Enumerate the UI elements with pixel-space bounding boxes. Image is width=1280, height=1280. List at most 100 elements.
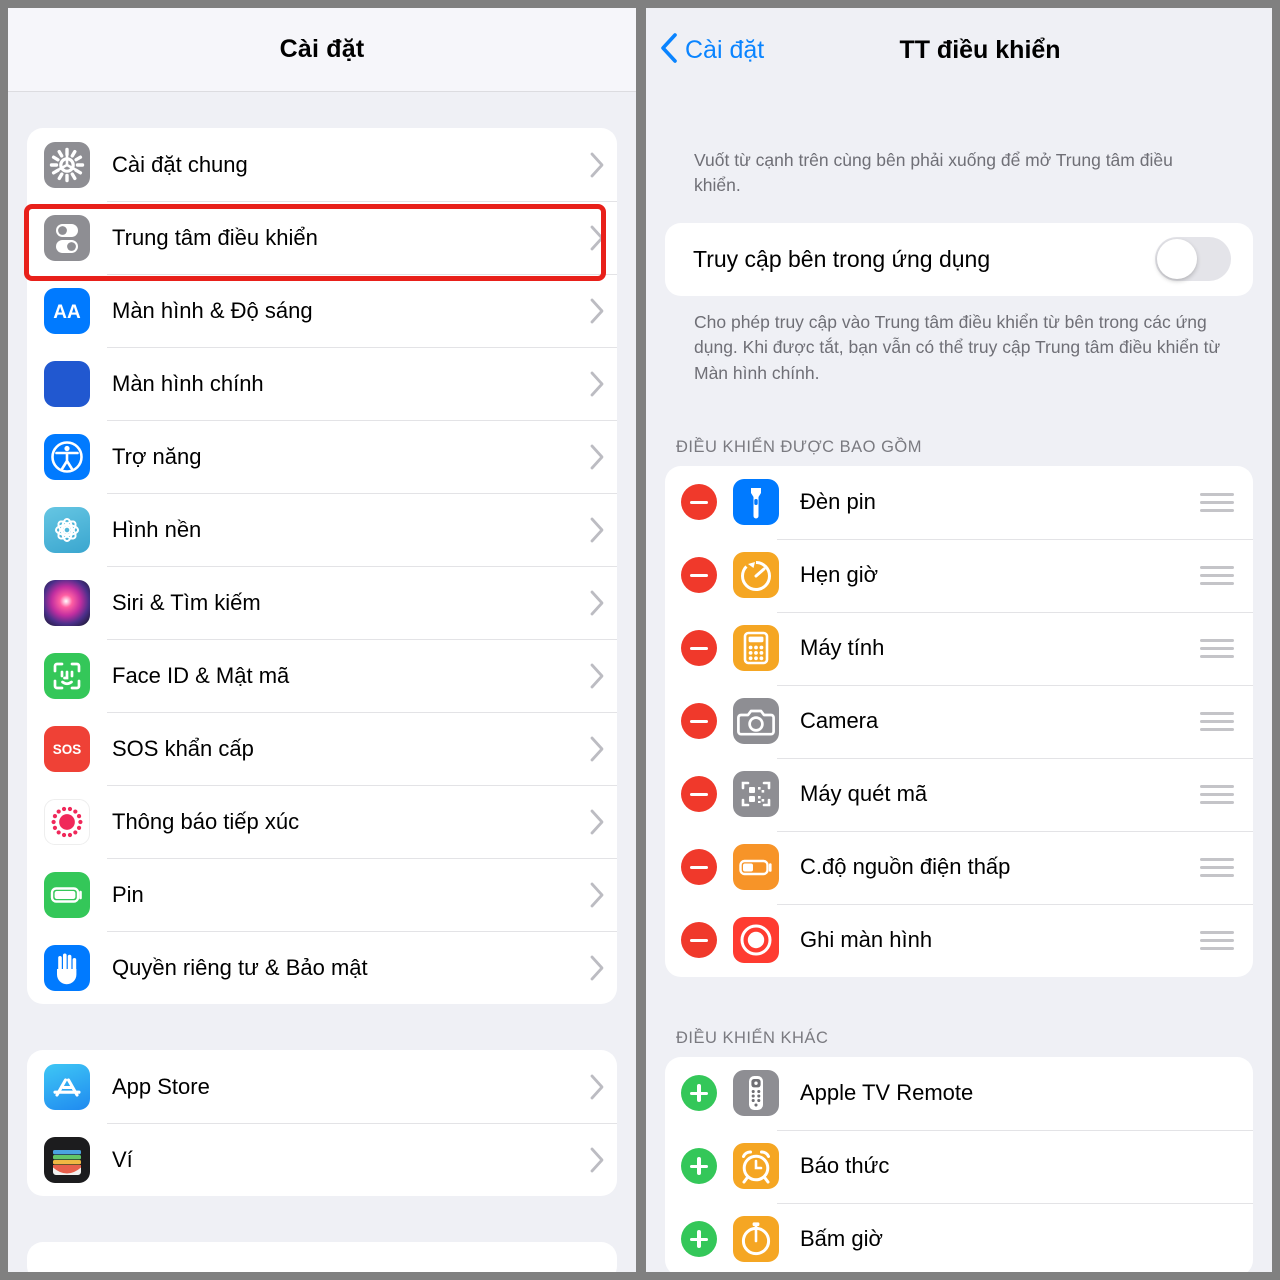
remove-control-button[interactable] xyxy=(681,630,717,667)
control-center-icon xyxy=(44,214,90,261)
chevron-right-icon xyxy=(577,517,617,543)
settings-row[interactable]: AA Màn hình & Độ sáng xyxy=(27,274,617,347)
drag-handle-icon[interactable] xyxy=(1191,638,1253,658)
included-section-header: ĐIỀU KHIỂN ĐƯỢC BAO GỒM xyxy=(676,437,923,456)
wallet-icon xyxy=(44,1136,90,1183)
control-row-label: Hẹn giờ xyxy=(800,562,879,588)
drag-handle-icon[interactable] xyxy=(1191,784,1253,804)
timer-icon xyxy=(733,552,779,599)
remove-control-button[interactable] xyxy=(681,557,717,594)
settings-row[interactable]: Trung tâm điều khiển xyxy=(27,201,617,274)
chevron-right-icon xyxy=(577,1074,617,1100)
settings-row-label: Trợ năng xyxy=(112,443,202,469)
control-row[interactable]: Máy tính xyxy=(665,611,1253,685)
remove-control-button[interactable] xyxy=(681,484,717,521)
back-button[interactable]: Cài đặt xyxy=(646,32,764,68)
chevron-right-icon xyxy=(577,298,617,324)
chevron-right-icon xyxy=(577,663,617,689)
settings-row[interactable]: Face ID & Mật mã xyxy=(27,639,617,712)
settings-header: Cài đặt xyxy=(8,8,636,92)
group-spacer-2 xyxy=(8,1196,636,1242)
settings-row[interactable]: Ví xyxy=(27,1123,617,1196)
add-control-button[interactable] xyxy=(681,1148,717,1185)
settings-row[interactable]: App Store xyxy=(27,1050,617,1123)
control-row[interactable]: Hẹn giờ xyxy=(665,538,1253,612)
camera-icon xyxy=(733,698,779,745)
intro-note: Vuốt từ cạnh trên cùng bên phải xuống để… xyxy=(694,150,1173,196)
code-scanner-icon xyxy=(733,771,779,818)
accessibility-icon xyxy=(44,433,90,480)
screen-record-icon xyxy=(733,917,779,964)
sos-icon: SOS xyxy=(44,725,90,772)
battery-icon xyxy=(44,871,90,918)
settings-row[interactable]: Thông báo tiếp xúc xyxy=(27,785,617,858)
settings-row-label: Pin xyxy=(112,881,144,907)
control-center-header: Cài đặt TT điều khiển xyxy=(646,8,1272,92)
settings-scroll-area[interactable]: Cài đặt chung Trung tâm điều khiển AA Màn h… xyxy=(8,92,636,1272)
drag-handle-icon[interactable] xyxy=(1191,565,1253,585)
drag-handle-icon[interactable] xyxy=(1191,930,1253,950)
page-title: Cài đặt xyxy=(279,35,365,63)
settings-row[interactable]: Cài đặt chung xyxy=(27,128,617,201)
in-app-access-note: Cho phép truy cập vào Trung tâm điều khi… xyxy=(694,311,1221,383)
control-row[interactable]: C.độ nguồn điện thấp xyxy=(665,830,1253,904)
control-row[interactable]: Apple TV Remote xyxy=(665,1057,1253,1130)
settings-row-label: Face ID & Mật mã xyxy=(112,662,290,688)
add-control-button[interactable] xyxy=(681,1221,717,1258)
drag-handle-icon[interactable] xyxy=(1191,711,1253,731)
settings-row-label: Quyền riêng tư & Bảo mật xyxy=(112,954,368,980)
settings-row[interactable]: Quyền riêng tư & Bảo mật xyxy=(27,931,617,1004)
remove-control-button[interactable] xyxy=(681,849,717,886)
alarm-icon xyxy=(733,1143,779,1190)
chevron-right-icon xyxy=(577,225,617,251)
in-app-access-toggle[interactable] xyxy=(1155,237,1231,282)
control-row-label: Apple TV Remote xyxy=(800,1080,974,1106)
settings-group-primary: Cài đặt chung Trung tâm điều khiển AA Màn h… xyxy=(27,128,617,1004)
chevron-right-icon xyxy=(577,1147,617,1173)
control-row[interactable]: Ghi màn hình xyxy=(665,903,1253,977)
settings-row[interactable]: Hình nền xyxy=(27,493,617,566)
more-section-header: ĐIỀU KHIỂN KHÁC xyxy=(676,1028,829,1047)
settings-row[interactable]: Siri & Tìm kiếm xyxy=(27,566,617,639)
chevron-left-icon xyxy=(660,32,677,68)
control-row[interactable]: Bấm giờ xyxy=(665,1202,1253,1272)
siri-icon xyxy=(44,579,90,626)
privacy-hand-icon xyxy=(44,944,90,991)
settings-row-label: Ví xyxy=(112,1146,133,1172)
chevron-right-icon xyxy=(577,882,617,908)
control-row[interactable]: Camera xyxy=(665,684,1253,758)
home-screen-icon xyxy=(44,360,90,407)
settings-group-partial xyxy=(27,1242,617,1272)
settings-row[interactable]: Trợ năng xyxy=(27,420,617,493)
remove-control-button[interactable] xyxy=(681,922,717,959)
settings-panel: Cài đặt Cài đặt chung Trung tâm điều khiể… xyxy=(8,8,636,1272)
apple-tv-remote-icon xyxy=(733,1070,779,1117)
chevron-right-icon xyxy=(577,444,617,470)
remove-control-button[interactable] xyxy=(681,776,717,813)
control-row[interactable]: Đèn pin xyxy=(665,466,1253,539)
control-center-panel: Cài đặt TT điều khiển Vuốt từ cạnh trên … xyxy=(646,8,1272,1272)
in-app-access-row[interactable]: Truy cập bên trong ứng dụng xyxy=(665,222,1253,296)
remove-control-button[interactable] xyxy=(681,703,717,740)
control-row[interactable]: Báo thức xyxy=(665,1129,1253,1203)
screenshot-root: Cài đặt Cài đặt chung Trung tâm điều khiể… xyxy=(0,0,1280,1280)
more-controls-list: Apple TV Remote Báo thức Bấm giờ xyxy=(665,1056,1253,1272)
control-row-label: Máy quét mã xyxy=(800,781,928,807)
chevron-right-icon xyxy=(577,736,617,762)
drag-handle-icon[interactable] xyxy=(1191,857,1253,877)
settings-row[interactable]: Pin xyxy=(27,858,617,931)
settings-row-label: Siri & Tìm kiếm xyxy=(112,589,261,615)
control-row-label: Đèn pin xyxy=(800,489,876,515)
svg-text:SOS: SOS xyxy=(53,742,82,757)
settings-row[interactable]: SOS SOS khẩn cấp xyxy=(27,712,617,785)
settings-row[interactable]: Màn hình chính xyxy=(27,347,617,420)
settings-row-label: App Store xyxy=(112,1073,210,1099)
stopwatch-icon xyxy=(733,1216,779,1263)
control-row[interactable]: Máy quét mã xyxy=(665,757,1253,831)
drag-handle-icon[interactable] xyxy=(1191,492,1253,512)
add-control-button[interactable] xyxy=(681,1075,717,1112)
settings-row-label: Màn hình & Độ sáng xyxy=(112,297,313,323)
app-store-icon xyxy=(44,1063,90,1110)
control-row-label: Ghi màn hình xyxy=(800,927,933,953)
